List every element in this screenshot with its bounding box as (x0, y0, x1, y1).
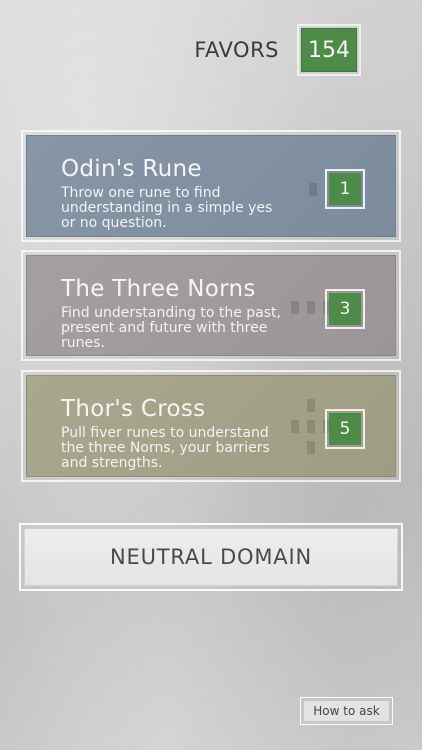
spread-selection-screen: FAVORS 154 Odin's Rune Throw one rune to… (0, 0, 422, 750)
spread-card-three-norns[interactable]: The Three Norns Find understanding to th… (21, 250, 401, 361)
rune-count: 1 (329, 173, 361, 205)
spread-title: Thor's Cross (61, 396, 206, 422)
rune-slot-icon (307, 441, 315, 454)
spread-card-odins-rune-panel: Odin's Rune Throw one rune to find under… (26, 135, 396, 237)
spread-card-thors-cross[interactable]: Thor's Cross Pull fiver runes to underst… (21, 370, 401, 482)
spread-card-three-norns-panel: The Three Norns Find understanding to th… (26, 255, 396, 356)
rune-count-badge: 1 (325, 169, 365, 209)
spread-description: Find understanding to the past, present … (61, 305, 281, 351)
rune-count-badge: 3 (325, 289, 365, 329)
rune-slot-icon (307, 301, 315, 314)
how-to-ask-button[interactable]: How to ask (300, 697, 393, 725)
favors-counter: 154 (297, 24, 361, 76)
rune-slot-icon (309, 183, 317, 196)
rune-count: 5 (329, 413, 361, 445)
spread-card-odins-rune[interactable]: Odin's Rune Throw one rune to find under… (21, 130, 401, 242)
rune-slot-icon (291, 301, 299, 314)
favors-value: 154 (301, 28, 357, 72)
rune-count: 3 (329, 293, 361, 325)
neutral-domain-label: NEUTRAL DOMAIN (24, 528, 398, 586)
spread-title: The Three Norns (61, 276, 256, 302)
rune-slot-icon (307, 399, 315, 412)
spread-description: Throw one rune to find understanding in … (61, 185, 273, 231)
rune-count-badge: 5 (325, 409, 365, 449)
spread-title: Odin's Rune (61, 156, 202, 182)
rune-slot-icon (291, 420, 299, 433)
spread-description: Pull fiver runes to understand the three… (61, 425, 270, 471)
favors-label: FAVORS (194, 38, 279, 62)
neutral-domain-button[interactable]: NEUTRAL DOMAIN (19, 523, 403, 591)
rune-slot-icon (307, 420, 315, 433)
how-to-ask-label: How to ask (303, 700, 390, 722)
spread-card-thors-cross-panel: Thor's Cross Pull fiver runes to underst… (26, 375, 396, 477)
